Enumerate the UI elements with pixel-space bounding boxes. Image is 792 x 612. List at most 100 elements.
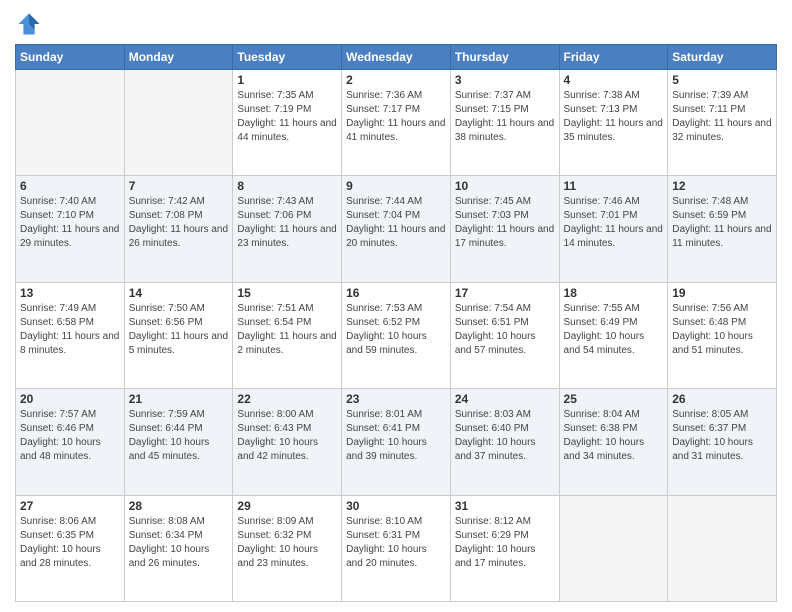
day-info: Sunrise: 8:12 AMSunset: 6:29 PMDaylight:… (455, 515, 555, 571)
day-number: 1 (237, 73, 337, 87)
day-number: 28 (129, 499, 229, 513)
day-info: Sunrise: 7:38 AMSunset: 7:13 PMDaylight:… (564, 89, 664, 145)
calendar-cell: 18 Sunrise: 7:55 AMSunset: 6:49 PMDayligh… (559, 282, 668, 388)
day-info: Sunrise: 8:09 AMSunset: 6:32 PMDaylight:… (237, 515, 337, 571)
day-number: 3 (455, 73, 555, 87)
calendar-cell: 1 Sunrise: 7:35 AMSunset: 7:19 PMDaylight… (233, 70, 342, 176)
calendar-cell: 27 Sunrise: 8:06 AMSunset: 6:35 PMDayligh… (16, 495, 125, 601)
calendar-cell (16, 70, 125, 176)
day-info: Sunrise: 7:48 AMSunset: 6:59 PMDaylight:… (672, 195, 772, 251)
logo (15, 10, 47, 38)
calendar-cell: 20Sunrise: 7:57 AMSunset: 6:46 PMDayligh… (16, 389, 125, 495)
calendar-cell: 22 Sunrise: 8:00 AMSunset: 6:43 PMDayligh… (233, 389, 342, 495)
day-number: 26 (672, 392, 772, 406)
day-number: 25 (564, 392, 664, 406)
calendar-cell: 30 Sunrise: 8:10 AMSunset: 6:31 PMDayligh… (342, 495, 451, 601)
calendar-cell: 28 Sunrise: 8:08 AMSunset: 6:34 PMDayligh… (124, 495, 233, 601)
day-info: Sunrise: 8:04 AMSunset: 6:38 PMDaylight:… (564, 408, 664, 464)
day-number: 2 (346, 73, 446, 87)
calendar-cell (124, 70, 233, 176)
calendar-header-wednesday: Wednesday (342, 45, 451, 70)
day-number: 5 (672, 73, 772, 87)
calendar-cell: 21 Sunrise: 7:59 AMSunset: 6:44 PMDayligh… (124, 389, 233, 495)
day-info: Sunrise: 8:08 AMSunset: 6:34 PMDaylight:… (129, 515, 229, 571)
calendar-week-row: 13 Sunrise: 7:49 AMSunset: 6:58 PMDayligh… (16, 282, 777, 388)
day-info: Sunrise: 7:44 AMSunset: 7:04 PMDaylight:… (346, 195, 446, 251)
calendar-cell: 12Sunrise: 7:48 AMSunset: 6:59 PMDayligh… (668, 176, 777, 282)
day-number: 4 (564, 73, 664, 87)
day-number: 15 (237, 286, 337, 300)
day-info: Sunrise: 7:42 AMSunset: 7:08 PMDaylight:… (129, 195, 229, 251)
day-number: 22 (237, 392, 337, 406)
calendar-cell: 4 Sunrise: 7:38 AMSunset: 7:13 PMDaylight… (559, 70, 668, 176)
calendar-cell: 19 Sunrise: 7:56 AMSunset: 6:48 PMDayligh… (668, 282, 777, 388)
day-number: 20 (20, 392, 120, 406)
day-info: Sunrise: 7:46 AMSunset: 7:01 PMDaylight:… (564, 195, 664, 251)
day-info: Sunrise: 7:37 AMSunset: 7:15 PMDaylight:… (455, 89, 555, 145)
calendar-cell: 9 Sunrise: 7:44 AMSunset: 7:04 PMDaylight… (342, 176, 451, 282)
day-number: 30 (346, 499, 446, 513)
calendar-cell: 14Sunrise: 7:50 AMSunset: 6:56 PMDayligh… (124, 282, 233, 388)
day-info: Sunrise: 7:39 AMSunset: 7:11 PMDaylight:… (672, 89, 772, 145)
day-number: 10 (455, 179, 555, 193)
page: SundayMondayTuesdayWednesdayThursdayFrid… (0, 0, 792, 612)
day-number: 9 (346, 179, 446, 193)
day-info: Sunrise: 7:56 AMSunset: 6:48 PMDaylight:… (672, 302, 772, 358)
calendar-header-friday: Friday (559, 45, 668, 70)
day-info: Sunrise: 8:06 AMSunset: 6:35 PMDaylight:… (20, 515, 120, 571)
day-number: 8 (237, 179, 337, 193)
calendar-cell: 25 Sunrise: 8:04 AMSunset: 6:38 PMDayligh… (559, 389, 668, 495)
calendar-cell: 17 Sunrise: 7:54 AMSunset: 6:51 PMDayligh… (450, 282, 559, 388)
day-info: Sunrise: 7:43 AMSunset: 7:06 PMDaylight:… (237, 195, 337, 251)
calendar-cell: 26Sunrise: 8:05 AMSunset: 6:37 PMDayligh… (668, 389, 777, 495)
calendar-cell: 8 Sunrise: 7:43 AMSunset: 7:06 PMDaylight… (233, 176, 342, 282)
day-number: 17 (455, 286, 555, 300)
day-info: Sunrise: 8:00 AMSunset: 6:43 PMDaylight:… (237, 408, 337, 464)
calendar-week-row: 6 Sunrise: 7:40 AMSunset: 7:10 PMDaylight… (16, 176, 777, 282)
day-info: Sunrise: 8:01 AMSunset: 6:41 PMDaylight:… (346, 408, 446, 464)
calendar-cell: 31 Sunrise: 8:12 AMSunset: 6:29 PMDayligh… (450, 495, 559, 601)
calendar-cell (668, 495, 777, 601)
calendar-cell: 10 Sunrise: 7:45 AMSunset: 7:03 PMDayligh… (450, 176, 559, 282)
day-number: 6 (20, 179, 120, 193)
calendar-cell: 7 Sunrise: 7:42 AMSunset: 7:08 PMDaylight… (124, 176, 233, 282)
day-number: 24 (455, 392, 555, 406)
day-number: 18 (564, 286, 664, 300)
day-number: 31 (455, 499, 555, 513)
header (15, 10, 777, 38)
calendar-week-row: 20Sunrise: 7:57 AMSunset: 6:46 PMDayligh… (16, 389, 777, 495)
day-info: Sunrise: 7:40 AMSunset: 7:10 PMDaylight:… (20, 195, 120, 251)
calendar-header-sunday: Sunday (16, 45, 125, 70)
day-number: 21 (129, 392, 229, 406)
day-number: 19 (672, 286, 772, 300)
calendar-cell: 3 Sunrise: 7:37 AMSunset: 7:15 PMDaylight… (450, 70, 559, 176)
calendar-header-tuesday: Tuesday (233, 45, 342, 70)
day-number: 27 (20, 499, 120, 513)
day-info: Sunrise: 7:59 AMSunset: 6:44 PMDaylight:… (129, 408, 229, 464)
day-info: Sunrise: 7:54 AMSunset: 6:51 PMDaylight:… (455, 302, 555, 358)
day-number: 13 (20, 286, 120, 300)
day-info: Sunrise: 7:36 AMSunset: 7:17 PMDaylight:… (346, 89, 446, 145)
calendar-cell: 2 Sunrise: 7:36 AMSunset: 7:17 PMDaylight… (342, 70, 451, 176)
day-info: Sunrise: 7:35 AMSunset: 7:19 PMDaylight:… (237, 89, 337, 145)
day-info: Sunrise: 7:53 AMSunset: 6:52 PMDaylight:… (346, 302, 446, 358)
logo-icon (15, 10, 43, 38)
calendar-cell: 24 Sunrise: 8:03 AMSunset: 6:40 PMDayligh… (450, 389, 559, 495)
day-number: 14 (129, 286, 229, 300)
calendar-week-row: 27 Sunrise: 8:06 AMSunset: 6:35 PMDayligh… (16, 495, 777, 601)
day-number: 16 (346, 286, 446, 300)
day-info: Sunrise: 8:10 AMSunset: 6:31 PMDaylight:… (346, 515, 446, 571)
calendar-header-saturday: Saturday (668, 45, 777, 70)
calendar-cell: 5 Sunrise: 7:39 AMSunset: 7:11 PMDaylight… (668, 70, 777, 176)
day-info: Sunrise: 7:45 AMSunset: 7:03 PMDaylight:… (455, 195, 555, 251)
day-number: 29 (237, 499, 337, 513)
calendar-cell: 6 Sunrise: 7:40 AMSunset: 7:10 PMDaylight… (16, 176, 125, 282)
calendar-cell: 29 Sunrise: 8:09 AMSunset: 6:32 PMDayligh… (233, 495, 342, 601)
day-info: Sunrise: 7:55 AMSunset: 6:49 PMDaylight:… (564, 302, 664, 358)
calendar-cell: 13 Sunrise: 7:49 AMSunset: 6:58 PMDayligh… (16, 282, 125, 388)
day-info: Sunrise: 8:03 AMSunset: 6:40 PMDaylight:… (455, 408, 555, 464)
calendar-table: SundayMondayTuesdayWednesdayThursdayFrid… (15, 44, 777, 602)
day-number: 7 (129, 179, 229, 193)
calendar-cell: 15Sunrise: 7:51 AMSunset: 6:54 PMDayligh… (233, 282, 342, 388)
day-info: Sunrise: 7:49 AMSunset: 6:58 PMDaylight:… (20, 302, 120, 358)
